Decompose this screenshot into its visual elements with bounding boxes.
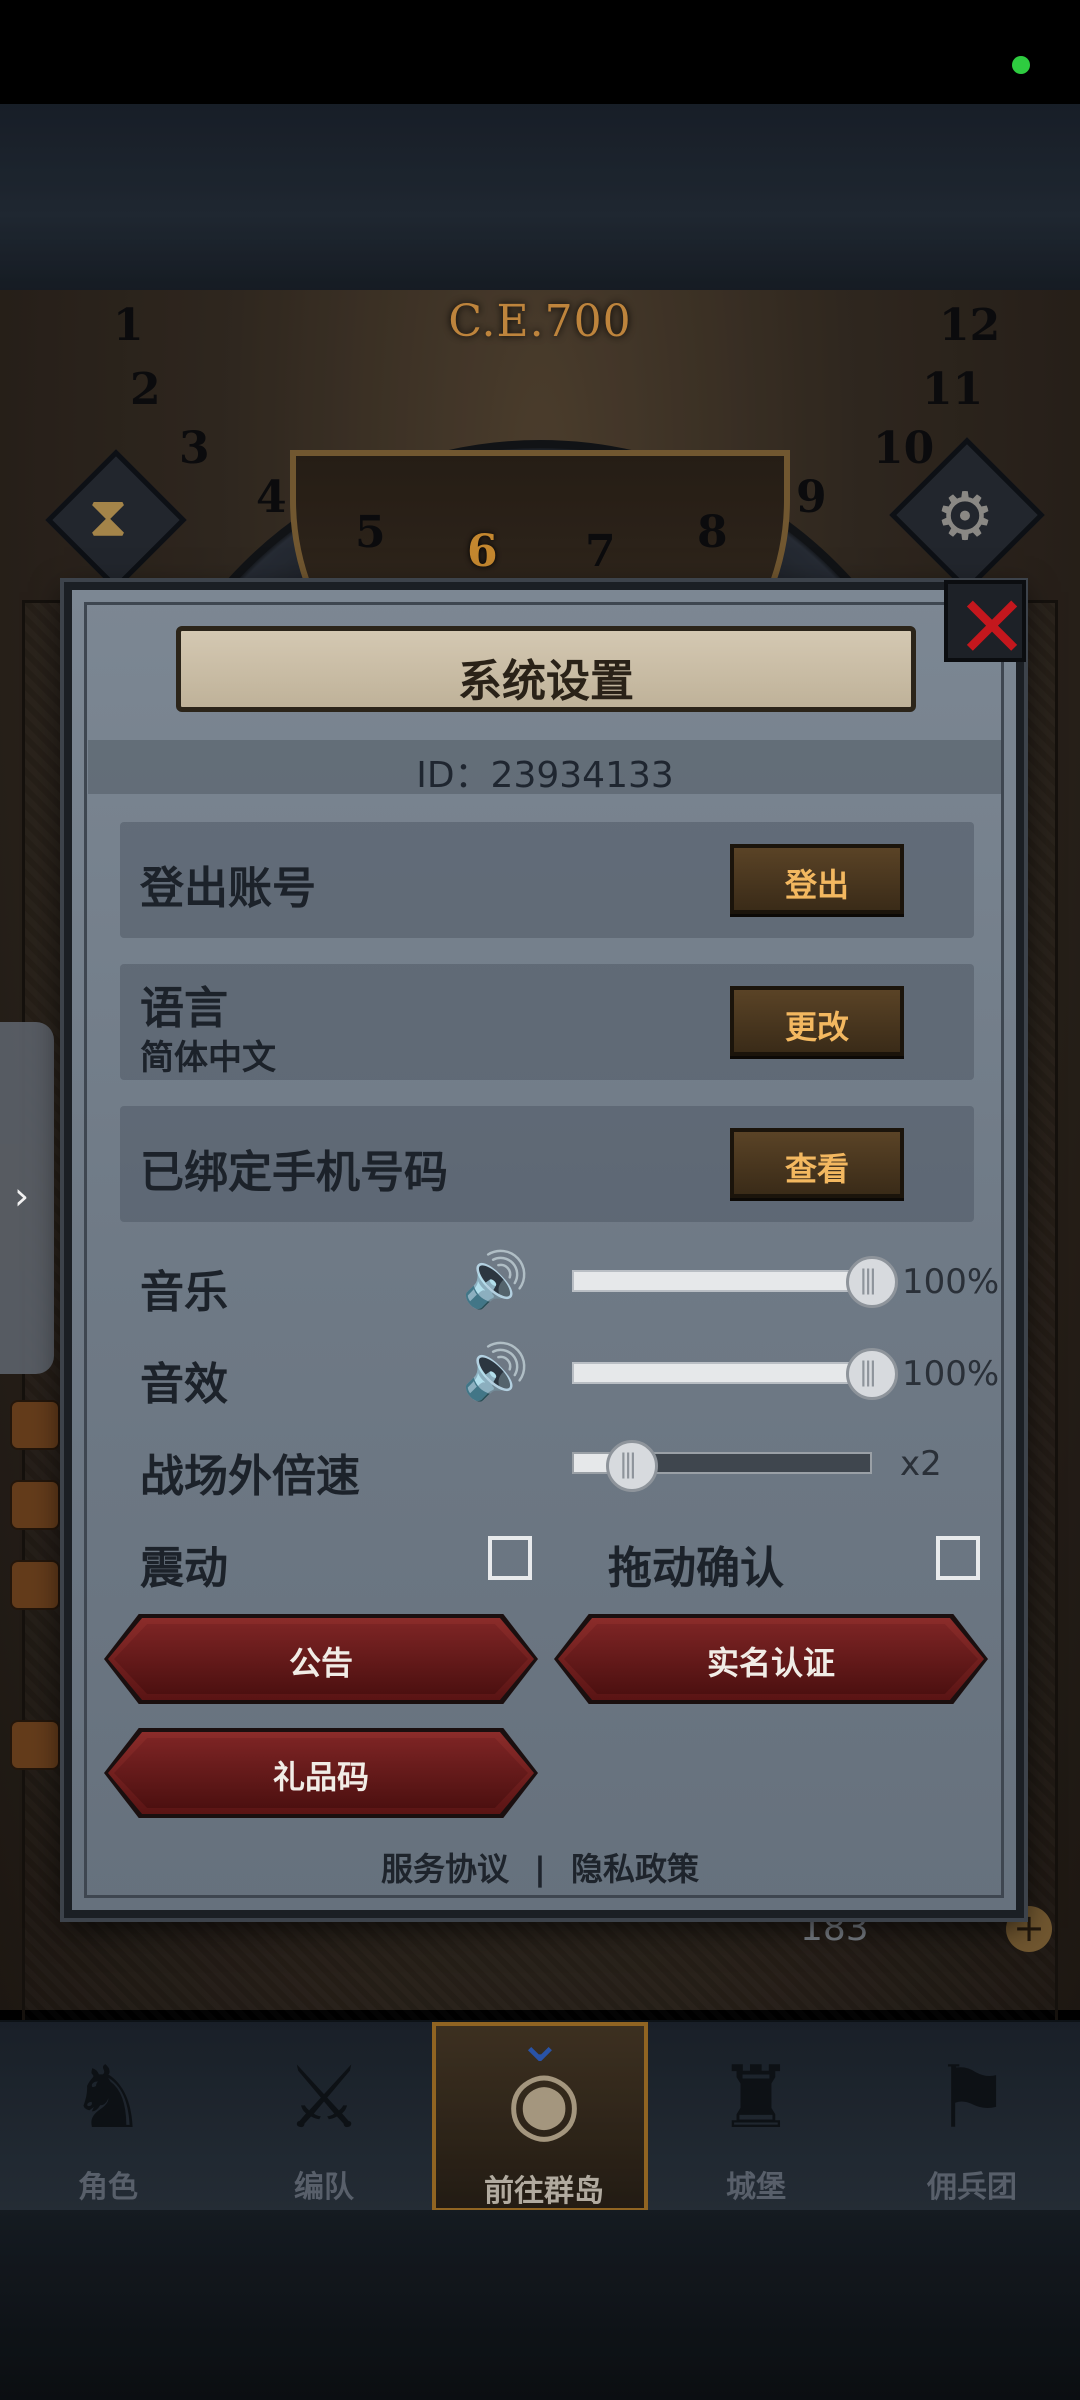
status-bar [0, 0, 1080, 104]
privacy-link[interactable]: 隐私政策 [571, 1844, 699, 1890]
sfx-slider-thumb[interactable]: ||| [846, 1348, 898, 1400]
real-name-button[interactable]: 实名认证 [558, 1618, 984, 1700]
change-language-button[interactable]: 更改 [730, 986, 904, 1056]
music-slider[interactable] [572, 1270, 872, 1292]
terms-link[interactable]: 服务协议 [381, 1844, 509, 1890]
title-banner: 系统设置 [176, 626, 916, 712]
real-name-button-label: 实名认证 [706, 1644, 835, 1682]
chevron-right-icon: › [14, 1174, 30, 1218]
gift-code-button[interactable]: 礼品码 [108, 1732, 534, 1814]
language-label: 语言 [140, 983, 228, 1034]
language-value: 简体中文 [140, 1038, 276, 1078]
speed-slider-thumb[interactable]: ||| [606, 1440, 658, 1492]
close-icon: ✕ [956, 578, 1029, 678]
sfx-label: 音效 [140, 1359, 228, 1410]
player-id: ID：23934133 [416, 755, 674, 796]
notice-button-label: 公告 [288, 1644, 353, 1682]
footer-links: 服务协议 | 隐私政策 [0, 1844, 1080, 1890]
music-slider-thumb[interactable]: ||| [846, 1256, 898, 1308]
footer-separator: | [534, 1850, 546, 1888]
speed-label: 战场外倍速 [140, 1451, 360, 1502]
logout-button[interactable]: 登出 [730, 844, 904, 914]
sfx-slider[interactable] [572, 1362, 872, 1384]
speed-value: x2 [900, 1444, 942, 1484]
music-percent: 100% [902, 1262, 1000, 1302]
view-phone-button[interactable]: 查看 [730, 1128, 904, 1198]
phone-label: 已绑定手机号码 [140, 1147, 448, 1198]
view-phone-label: 查看 [784, 1150, 849, 1188]
logout-label: 登出账号 [140, 863, 316, 914]
close-button[interactable]: ✕ [944, 578, 1028, 678]
vibration-checkbox[interactable] [488, 1536, 532, 1580]
sfx-percent: 100% [902, 1354, 1000, 1394]
gift-code-button-label: 礼品码 [272, 1758, 369, 1796]
notice-button[interactable]: 公告 [108, 1618, 534, 1700]
logout-button-label: 登出 [784, 866, 849, 904]
camera-indicator-dot [1012, 56, 1030, 74]
vibration-label: 震动 [140, 1543, 228, 1594]
music-label: 音乐 [140, 1267, 228, 1318]
drag-confirm-checkbox[interactable] [936, 1536, 980, 1580]
speaker-icon[interactable]: 🔊 [462, 1340, 529, 1404]
change-language-label: 更改 [784, 1008, 849, 1046]
dialog-title: 系统设置 [458, 656, 634, 707]
drag-confirm-label: 拖动确认 [608, 1543, 784, 1594]
speaker-icon[interactable]: 🔊 [462, 1248, 529, 1312]
side-panel-handle[interactable]: › [0, 1022, 54, 1374]
player-id-strip: ID：23934133 [88, 740, 1002, 796]
